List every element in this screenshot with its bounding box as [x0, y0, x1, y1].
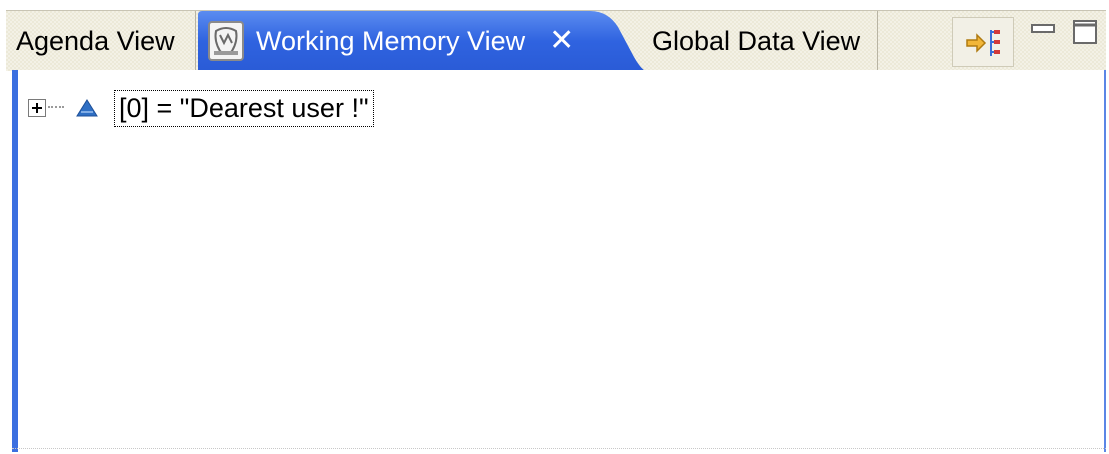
minimize-icon [1031, 24, 1055, 33]
working-memory-icon [208, 21, 244, 61]
tab-working-memory-view[interactable]: Working Memory View ✕ [198, 11, 648, 72]
tab-agenda-view[interactable]: Agenda View [6, 11, 196, 71]
working-memory-view-window: Agenda View Working Memory View ✕ Global… [0, 0, 1109, 454]
pane-bottom-edge [12, 448, 1106, 453]
tab-working-memory-view-label: Working Memory View [256, 25, 526, 56]
show-logical-structure-icon [966, 30, 1000, 56]
tree-item-label[interactable]: [0] = "Dearest user !" [114, 89, 374, 127]
minimize-button[interactable] [1028, 17, 1058, 47]
close-tab-button[interactable]: ✕ [549, 26, 574, 56]
variable-icon [76, 99, 98, 117]
tab-agenda-view-label: Agenda View [16, 25, 175, 56]
tree-item[interactable]: [0] = "Dearest user !" [18, 84, 374, 132]
maximize-button[interactable] [1070, 17, 1100, 47]
tab-global-data-view-label: Global Data View [652, 25, 861, 56]
show-logical-structure-button[interactable] [952, 17, 1014, 67]
tab-strip: Agenda View Working Memory View ✕ Global… [6, 10, 1106, 72]
tab-global-data-view[interactable]: Global Data View [646, 11, 878, 71]
working-memory-tree: [0] = "Dearest user !" [12, 70, 1106, 452]
expand-icon[interactable] [28, 99, 46, 117]
maximize-icon [1073, 20, 1097, 44]
tree-connector [48, 106, 64, 110]
